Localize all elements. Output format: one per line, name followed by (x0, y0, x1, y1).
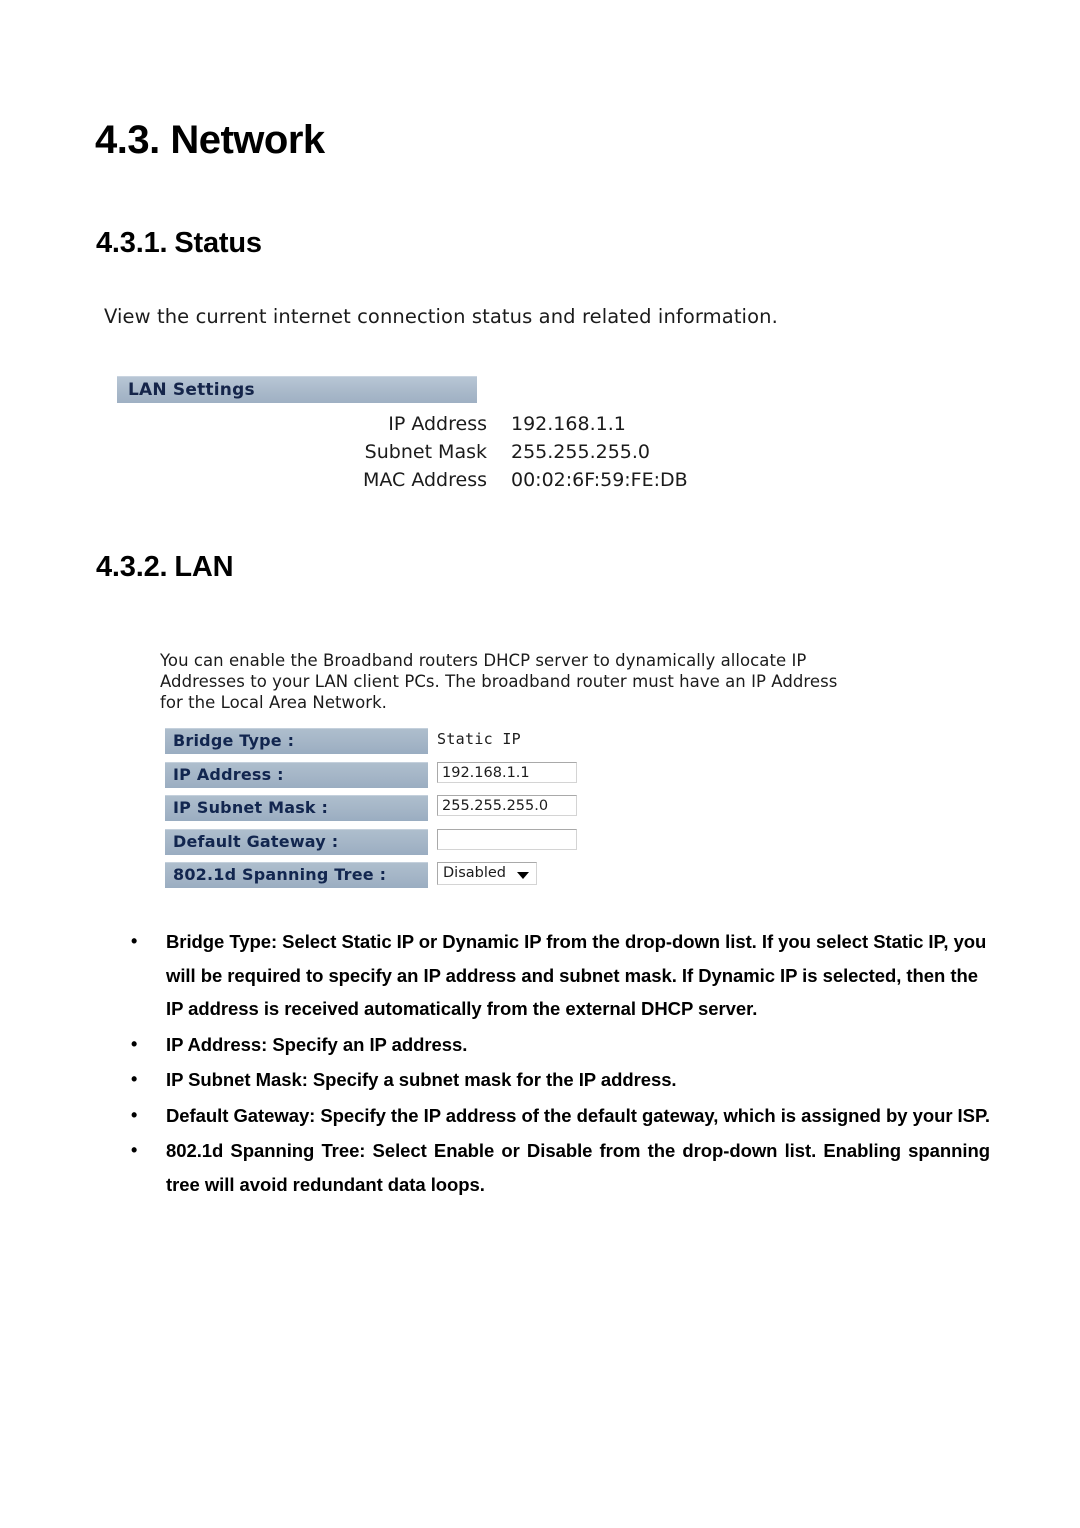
list-item-text: IP Subnet Mask: Specify a subnet mask fo… (166, 1069, 677, 1090)
lan-settings-table: IP Address 192.168.1.1 Subnet Mask 255.2… (117, 410, 717, 494)
table-row: Subnet Mask 255.255.255.0 (117, 438, 717, 466)
list-item-text: 802.1d Spanning Tree: Select Enable or D… (166, 1140, 990, 1195)
form-row-ip-subnet-mask: IP Subnet Mask : 255.255.255.0 (165, 795, 585, 829)
lan-description: You can enable the Broadband routers DHC… (160, 651, 838, 712)
form-row-default-gateway: Default Gateway : (165, 828, 585, 863)
row-label: Subnet Mask (364, 441, 487, 463)
status-caption: View the current internet connection sta… (104, 305, 778, 328)
label-bridge-type-text: Bridge Type : (173, 731, 295, 750)
list-item: • IP Address: Specify an IP address. (128, 1028, 990, 1062)
lan-config-form: Bridge Type : Static IP IP Address : 192… (165, 728, 585, 896)
ip-subnet-mask-input[interactable]: 255.255.255.0 (437, 795, 577, 816)
form-row-ip-address: IP Address : 192.168.1.1 (165, 761, 585, 796)
control-ip-address: 192.168.1.1 (437, 761, 577, 783)
spanning-tree-selected-value: Disabled (443, 865, 506, 881)
label-ip-subnet-mask-text: IP Subnet Mask : (173, 798, 329, 817)
control-bridge-type: Static IP (437, 728, 521, 750)
spanning-tree-select[interactable]: Disabled (437, 862, 537, 885)
label-ip-address: IP Address : (165, 761, 428, 788)
heading-status-label: Status (174, 227, 262, 259)
bullet-icon: • (131, 1104, 138, 1125)
label-default-gateway-text: Default Gateway : (173, 831, 339, 851)
row-value: 255.255.255.0 (511, 441, 651, 463)
list-item-text: Default Gateway: Specify the IP address … (166, 1104, 990, 1126)
form-row-spanning-tree: 802.1d Spanning Tree : Disabled (165, 862, 585, 896)
label-bridge-type: Bridge Type : (165, 728, 428, 754)
bridge-type-value: Static IP (437, 730, 521, 748)
bullet-icon: • (131, 1033, 138, 1054)
list-item: • Bridge Type: Select Static IP or Dynam… (128, 925, 990, 1026)
form-row-bridge-type: Bridge Type : Static IP (165, 728, 585, 762)
list-item: • Default Gateway: Specify the IP addres… (128, 1099, 990, 1133)
label-ip-subnet-mask: IP Subnet Mask : (165, 795, 428, 821)
lan-bullet-list: • Bridge Type: Select Static IP or Dynam… (128, 925, 990, 1203)
list-item-text: IP Address: Specify an IP address. (166, 1033, 468, 1055)
label-spanning-tree-text: 802.1d Spanning Tree : (173, 865, 387, 884)
heading-lan-number: 4.3.2. (96, 551, 168, 583)
label-default-gateway: Default Gateway : (165, 828, 428, 855)
heading-status-number: 4.3.1. (96, 227, 168, 259)
label-spanning-tree: 802.1d Spanning Tree : (165, 862, 428, 888)
page-title: 4.3. Network (95, 118, 325, 162)
row-value: 00:02:6F:59:FE:DB (511, 469, 688, 491)
ip-address-input[interactable]: 192.168.1.1 (437, 761, 577, 783)
list-item: • IP Subnet Mask: Specify a subnet mask … (128, 1063, 990, 1097)
chevron-down-icon (517, 872, 529, 879)
lan-settings-panel-title: LAN Settings (128, 380, 255, 400)
list-item-text: Bridge Type: Select Static IP or Dynamic… (166, 931, 987, 1019)
heading-status: 4.3.1. Status (96, 227, 262, 260)
status-screenshot: View the current internet connection sta… (104, 305, 804, 328)
row-label: MAC Address (362, 469, 487, 491)
heading-lan-label: LAN (174, 551, 234, 583)
control-default-gateway (437, 828, 577, 850)
list-item: • 802.1d Spanning Tree: Select Enable or… (128, 1134, 990, 1201)
heading-lan: 4.3.2. LAN (96, 551, 234, 584)
bullet-icon: • (131, 1069, 138, 1089)
control-ip-subnet-mask: 255.255.255.0 (437, 795, 577, 816)
bullet-icon: • (131, 1140, 138, 1160)
bullet-icon: • (131, 931, 138, 951)
control-spanning-tree: Disabled (437, 862, 537, 885)
lan-settings-panel-header: LAN Settings (117, 376, 477, 403)
document-page: 4.3. Network 4.3.1. Status View the curre… (0, 0, 1080, 1528)
row-label: IP Address (388, 413, 487, 435)
default-gateway-input[interactable] (437, 828, 577, 850)
row-value: 192.168.1.1 (511, 413, 626, 435)
label-ip-address-text: IP Address : (173, 764, 284, 784)
table-row: MAC Address 00:02:6F:59:FE:DB (117, 466, 717, 494)
table-row: IP Address 192.168.1.1 (117, 410, 717, 438)
